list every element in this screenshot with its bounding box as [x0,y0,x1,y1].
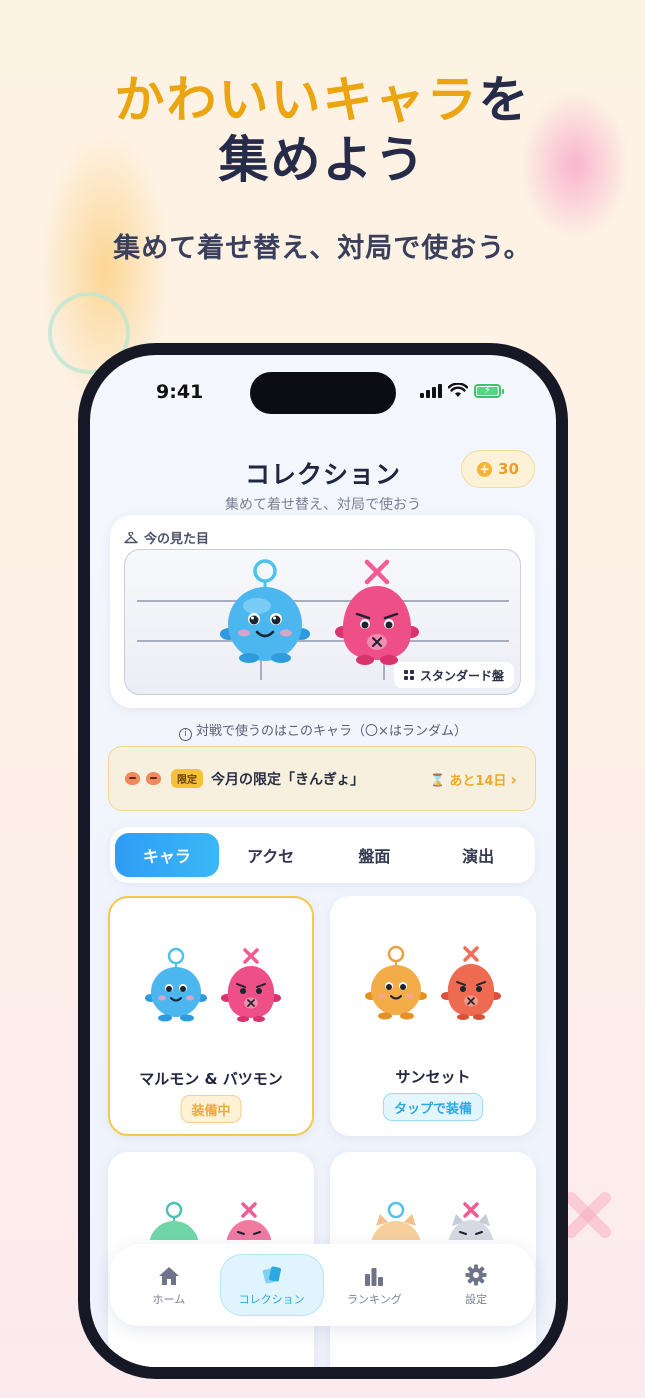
dynamic-island [250,372,396,414]
phone-frame: 9:41 ⚡ コレクション 集めて着せ替え、対局で使おう + 30 今の見た目 … [78,343,568,1379]
promo-remaining: ⌛ あと14日 › [430,770,517,789]
tabbar-label: ホーム [152,1292,186,1306]
hero-heading: かわいいキャラを 集めよう 集めて着せ替え、対局で使おう。 [0,70,645,265]
current-look-label: 今の見た目 [124,528,209,547]
character-name: サンセット [395,1068,471,1086]
hero-title-rest: を [478,71,531,129]
hourglass-icon: ⌛ [430,772,446,787]
tabbar-label: 設定 [465,1292,488,1306]
grid-icon [403,670,414,680]
tab-boards[interactable]: 盤面 [323,833,427,877]
coin-count: 30 [498,460,519,478]
gear-icon [465,1264,487,1286]
home-icon [158,1264,180,1286]
tabbar-item-ranking[interactable]: ランキング [324,1254,426,1316]
equipped-badge: 装備中 [180,1095,242,1123]
board-name-badge: スタンダード盤 [393,662,514,688]
current-look-label-text: 今の見た目 [144,532,210,547]
hanger-icon [124,531,138,543]
chevron-right-icon: › [510,770,517,789]
plus-coin-icon: + [477,461,493,477]
collection-tabs: キャラ アクセ 盤面 演出 [110,827,535,883]
status-time: 9:41 [156,381,204,403]
cat-character-art [371,1201,494,1240]
tab-effects[interactable]: 演出 [426,833,530,877]
promo-text: 今月の限定「きんぎょ」 [211,771,365,788]
board-line [137,600,509,602]
bottom-tab-bar: ホーム コレクション ランキング 設定 [110,1244,535,1326]
board-preview[interactable]: スタンダード盤 [124,549,521,695]
board-name: スタンダード盤 [419,668,504,683]
info-note: i 対戦で使うのはこのキャラ（〇×はランダム） [90,720,556,741]
hero-title-accent: かわいいキャラ [114,71,479,129]
bar-chart-icon [363,1264,385,1286]
tabbar-item-collection[interactable]: コレクション [219,1254,324,1316]
tabbar-item-settings[interactable]: 設定 [425,1254,527,1316]
limited-badge: 限定 [171,769,203,788]
cards-icon [261,1264,283,1286]
phone-screen: 9:41 ⚡ コレクション 集めて着せ替え、対局で使おう + 30 今の見た目 … [90,355,556,1367]
hero-title-line-2: 集めよう [218,131,427,189]
limited-promo-banner[interactable]: 限定 今月の限定「きんぎょ」 ⌛ あと14日 › [108,746,536,811]
character-card-marumon-batsumon[interactable]: マルモン & バツモン 装備中 [108,896,314,1136]
coin-balance[interactable]: + 30 [461,450,535,488]
goldfish-icon [125,772,161,785]
tap-to-equip-button[interactable]: タップで装備 [382,1093,484,1121]
tab-accessories[interactable]: アクセ [219,833,323,877]
promo-remaining-text: あと14日 [449,774,507,789]
tab-characters[interactable]: キャラ [115,833,219,877]
cellular-signal-icon [420,384,442,398]
mint-character-art [149,1201,272,1240]
tabbar-label: コレクション [238,1292,305,1306]
status-icons: ⚡ [420,383,504,398]
tabbar-label: ランキング [347,1292,402,1306]
sunset-art [365,945,501,1020]
maru-character [220,559,310,663]
character-card-sunset[interactable]: サンセット タップで装備 [330,896,536,1136]
wifi-icon [448,383,468,397]
tabbar-item-home[interactable]: ホーム [118,1254,220,1316]
battery-charging-icon: ⚡ [474,384,504,398]
character-name: マルモン & バツモン [139,1070,283,1088]
hero-title: かわいいキャラを 集めよう [0,70,645,190]
hero-subtitle: 集めて着せ替え、対局で使おう。 [113,233,532,264]
info-icon: i [179,728,193,741]
board-line [137,640,509,642]
marumon-batsumon-art [145,947,281,1022]
batsu-character [335,559,419,665]
current-look-card: 今の見た目 スタンダード盤 [110,515,535,708]
page-subtitle: 集めて着せ替え、対局で使おう [225,497,421,513]
decorative-cross [560,1185,616,1241]
info-note-text: 対戦で使うのはこのキャラ（〇×はランダム） [196,724,467,739]
